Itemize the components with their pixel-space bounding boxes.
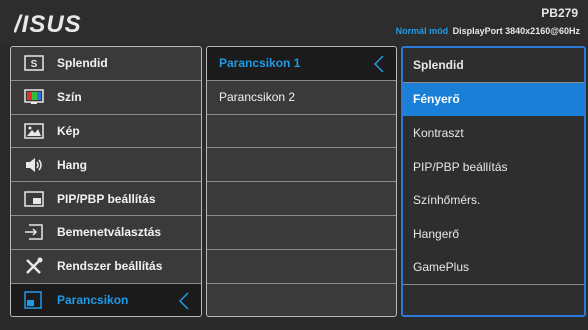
status-bar: Normál mód DisplayPort 3840x2160@60Hz [396,26,580,36]
menu-item-label: Kép [57,123,80,138]
submenu-item-label: Parancsikon 2 [219,90,296,105]
chevron-left-icon [179,292,189,310]
menu-item-label: PIP/PBP beállítás [57,191,156,206]
speaker-icon [23,156,45,174]
tools-icon [23,257,45,275]
resolution: 3840x2160@60Hz [505,26,580,36]
picture-mode: Normál mód [395,26,449,36]
pip-icon [23,190,45,208]
menu-item-label: Bemenetválasztás [57,225,162,240]
menu-item-color[interactable]: Szín [11,81,201,115]
svg-text:S: S [31,59,38,70]
submenu-item[interactable]: Parancsikon 1 [207,47,396,81]
splendid-icon: S [23,54,45,72]
menu-item-image[interactable]: Kép [11,115,201,149]
option-label: GamePlus [413,260,470,275]
menu-item-input[interactable]: Bemenetválasztás [11,216,201,250]
menu-item-label: Hang [57,157,87,172]
submenu-item-empty [207,284,396,316]
image-icon [23,122,45,140]
svg-text:/ISUS: /ISUS [14,12,82,36]
option-item-empty [403,285,584,315]
main-menu: S Splendid Szín Kép Hang PIP/PBP beállít… [10,46,202,317]
option-label: Fényerő [413,92,460,107]
model-name: PB279 [541,6,578,20]
menu-item-shortcut[interactable]: Parancsikon [11,283,201,316]
menu-item-splendid[interactable]: S Splendid [11,47,201,81]
submenu-item-empty [207,115,396,149]
option-item[interactable]: Hangerő [403,217,584,251]
submenu: Parancsikon 1 Parancsikon 2 [206,46,397,317]
option-label: Hangerő [413,226,460,241]
option-item[interactable]: GamePlus [403,251,584,285]
color-icon [23,88,45,106]
options-list: Splendid Fényerő Kontraszt PIP/PBP beáll… [401,46,586,317]
osd-header: /ISUS PB279 Normál mód DisplayPort 3840x… [0,0,588,44]
menu-item-label: Parancsikon [57,293,129,308]
menu-item-label: Rendszer beállítás [57,259,163,274]
shortcut-icon [23,291,45,310]
asus-logo: /ISUS [14,12,82,36]
option-item[interactable]: Kontraszt [403,116,584,150]
submenu-item-label: Parancsikon 1 [219,56,301,71]
input-icon [23,223,45,241]
submenu-item-empty [207,148,396,183]
submenu-item-empty [207,182,396,216]
option-label: PIP/PBP beállítás [413,159,508,174]
menu-item-pip[interactable]: PIP/PBP beállítás [11,182,201,216]
option-item[interactable]: Splendid [403,48,584,82]
menu-item-label: Splendid [57,56,108,71]
menu-item-sound[interactable]: Hang [11,148,201,183]
input-source: DisplayPort [452,26,503,36]
option-item-selected[interactable]: Fényerő [403,82,584,117]
option-label: Splendid [413,57,464,72]
submenu-item[interactable]: Parancsikon 2 [207,81,396,115]
submenu-item-empty [207,250,396,284]
option-label: Színhőmérs. [413,193,481,208]
option-label: Kontraszt [413,125,464,140]
menu-item-system[interactable]: Rendszer beállítás [11,250,201,284]
chevron-left-icon [374,55,384,73]
option-item[interactable]: Színhőmérs. [403,183,584,217]
option-item[interactable]: PIP/PBP beállítás [403,150,584,184]
submenu-item-empty [207,216,396,250]
menu-item-label: Szín [57,90,82,105]
